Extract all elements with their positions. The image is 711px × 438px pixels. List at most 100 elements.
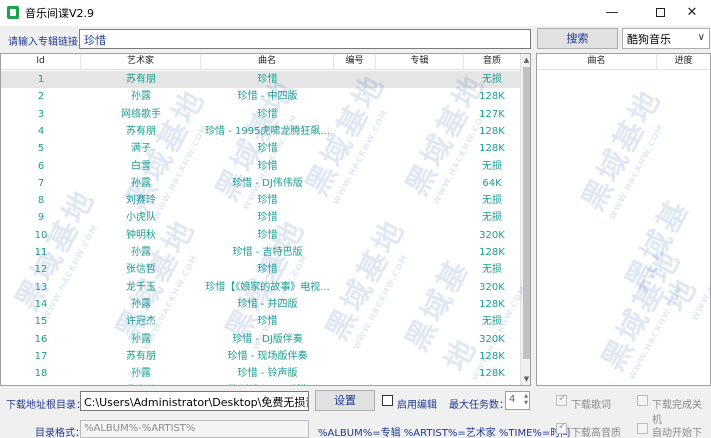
table-row[interactable]: 19苏有朋等到那一天+珍惜 128K — [1, 382, 520, 385]
download-queue-table[interactable]: 曲名 进度 黑域基地 WWW.HACKHW.COM 黑域基地 WWW.HACKHW.… — [536, 53, 711, 386]
table-row[interactable]: 5 满子 珍惜 128K — [1, 140, 520, 157]
table-row[interactable]: 9 小虎队 珍惜 无损 — [1, 209, 520, 226]
table-header: Id 艺术家 曲名 编号 专辑 音质 — [1, 54, 520, 70]
cell-artist: 满子 — [131, 143, 151, 155]
cell-id: 1 — [37, 74, 45, 85]
table-row[interactable]: 17 苏有朋 珍惜 - 现场版伴奏 128K — [1, 348, 520, 365]
cell-quality: 64K — [482, 177, 502, 189]
table-row[interactable]: 15 许冠杰 珍惜 无损 — [1, 313, 520, 330]
table-row[interactable]: 18 孙露 珍惜 - 铃声版 128K — [1, 365, 520, 382]
cell-artist: 许冠杰 — [126, 316, 156, 328]
table-row[interactable]: 2 孙露 珍惜 - 中四版 128K — [1, 88, 520, 105]
cell-id: 8 — [37, 195, 45, 207]
scroll-thumb[interactable] — [523, 67, 530, 359]
shutdown-after-download-label: 下载完成关机 — [652, 400, 702, 426]
column-header-title[interactable]: 曲名 — [201, 54, 334, 70]
cell-number — [334, 279, 376, 296]
cell-quality: 127K — [479, 108, 505, 120]
scroll-up-arrow-icon[interactable]: ▲ — [521, 54, 530, 66]
cell-quality: 无损 — [482, 195, 502, 207]
close-button[interactable]: ✕ — [672, 0, 711, 26]
cell-title: 珍惜 — [257, 108, 278, 120]
watermark: 黑域基地 WWW.HACKHW.COM — [575, 83, 669, 222]
download-hq-label: 下载高音质 — [571, 428, 621, 438]
cell-quality: 128K — [479, 247, 505, 258]
cell-quality: 128K — [464, 382, 520, 385]
minimize-button[interactable]: — — [592, 0, 632, 26]
cell-id: 15 — [34, 316, 48, 328]
enable-edit-label: 启用编辑 — [397, 400, 437, 411]
column-header-progress[interactable]: 进度 — [657, 54, 710, 70]
max-tasks-spinner[interactable]: 4 ▲ ▼ — [505, 391, 530, 410]
cell-number — [334, 244, 376, 261]
cell-id: 17 — [34, 350, 48, 362]
cell-album — [376, 123, 464, 140]
table-row[interactable]: 4 苏有朋 珍惜 - 1995虎啸龙腾狂飙... 128K — [1, 123, 520, 140]
cell-number — [334, 365, 376, 382]
cell-artist: 孙露 — [131, 91, 151, 103]
enable-edit-checkbox[interactable] — [382, 395, 393, 406]
album-url-input[interactable]: 珍惜 — [79, 29, 531, 49]
download-dir-label: 下载地址根目录： — [6, 400, 86, 411]
cell-number — [334, 382, 376, 385]
cell-number — [334, 348, 376, 365]
cell-title: 珍惜 - 1995虎啸龙腾狂飙... — [205, 125, 330, 137]
column-header-id[interactable]: Id — [1, 54, 81, 70]
download-lyrics-label: 下载歌词 — [571, 400, 611, 411]
cell-artist: 孙露 — [131, 368, 151, 380]
table-row[interactable]: 7 孙露 珍惜 - DJ伟伟版 64K — [1, 175, 520, 192]
window-title: 音乐间谍V2.9 — [25, 7, 95, 20]
column-header-artist[interactable]: 艺术家 — [81, 54, 201, 70]
cell-id: 9 — [37, 212, 45, 224]
watermark: 黑域基地 WWW.HACKHW.COM — [619, 193, 711, 323]
spinner-arrows-icon[interactable]: ▲ ▼ — [524, 393, 528, 407]
search-button[interactable]: 搜索 — [537, 28, 618, 49]
cell-artist: 小虎队 — [126, 212, 156, 224]
table-scrollbar[interactable]: ▲ ▼ — [520, 54, 530, 385]
cell-album — [376, 296, 464, 313]
table-row[interactable]: 10 钟明秋 珍惜 320K — [1, 227, 520, 244]
download-hq-checkbox[interactable] — [556, 421, 567, 434]
table-row[interactable]: 8 刘赛玲 珍惜 无损 — [1, 192, 520, 209]
title-bar: 音乐间谍V2.9 — ✕ — [0, 0, 711, 26]
results-table[interactable]: Id 艺术家 曲名 编号 专辑 音质 1 苏有朋 珍惜 无损 2 孙露 珍惜 - 中四版 12… — [0, 53, 531, 386]
cell-album — [376, 313, 464, 330]
table-row[interactable]: 1 苏有朋 珍惜 无损 — [1, 71, 520, 89]
table-row[interactable]: 14 孙露 珍惜 - 并四版 128K — [1, 296, 520, 313]
column-header-quality[interactable]: 音质 — [464, 54, 520, 70]
column-header-album[interactable]: 专辑 — [376, 54, 464, 70]
chevron-down-icon: ∨ — [697, 32, 705, 43]
cell-artist: 张信哲 — [126, 264, 156, 276]
auto-start-download-checkbox[interactable] — [637, 423, 648, 434]
cell-quality: 无损 — [482, 74, 502, 85]
set-dir-button[interactable]: 设置 — [315, 390, 375, 411]
cell-quality: 无损 — [482, 316, 502, 328]
table-row[interactable]: 3 网络歌手 珍惜 127K — [1, 106, 520, 123]
cell-artist: 孙露 — [131, 298, 151, 310]
cell-quality: 320K — [479, 229, 505, 241]
cell-number — [334, 158, 376, 175]
cell-artist: 孙露 — [131, 333, 151, 345]
cell-title: 珍惜 - DJ伟伟版 — [232, 177, 303, 189]
cell-quality: 320K — [479, 281, 505, 293]
dir-format-input[interactable]: %ALBUM%-%ARTIST% — [80, 420, 309, 438]
table-row[interactable]: 6 白雪 珍惜 无损 — [1, 158, 520, 175]
cell-quality: 128K — [479, 91, 505, 103]
cell-title: 珍惜 — [257, 74, 278, 85]
table-row[interactable]: 13 龙千玉 珍惜【《娘家的故事》电视... 320K — [1, 279, 520, 296]
cell-artist: 网络歌手 — [121, 108, 161, 120]
column-header-song[interactable]: 曲名 — [537, 54, 657, 70]
music-source-select[interactable]: 酷狗音乐 ∨ — [622, 28, 710, 49]
cell-artist: 苏有朋 — [126, 125, 156, 137]
cell-album — [376, 227, 464, 244]
table-row[interactable]: 16 孙露 珍惜 - DJ版伴奏 320K — [1, 331, 520, 348]
column-header-number[interactable]: 编号 — [334, 54, 376, 70]
shutdown-after-download-checkbox[interactable] — [637, 395, 648, 406]
table-row[interactable]: 11 孙露 珍惜 - 吉特巴版 128K — [1, 244, 520, 261]
download-lyrics-checkbox[interactable] — [556, 393, 567, 406]
cell-title: 珍惜 - 中四版 — [237, 91, 298, 103]
table-row[interactable]: 12 张信哲 珍惜 无损 — [1, 261, 520, 278]
download-dir-input[interactable]: C:\Users\Administrator\Desktop\免费无损音乐 — [80, 391, 309, 411]
cell-title: 珍惜 — [257, 316, 278, 328]
scroll-down-arrow-icon[interactable]: ▼ — [521, 373, 530, 385]
